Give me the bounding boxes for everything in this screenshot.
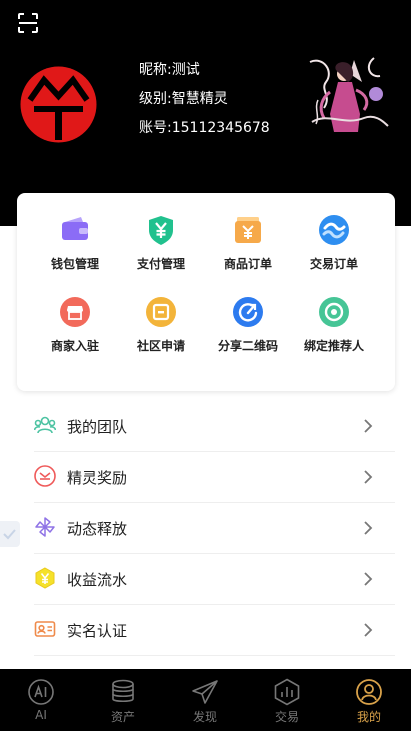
coins-icon: [112, 679, 134, 703]
grid-item-product-orders[interactable]: 商品订单: [204, 214, 292, 284]
menu-item-label: 精灵奖励: [67, 469, 128, 487]
team-icon: [34, 416, 56, 434]
grid-item-community-apply[interactable]: 社区申请: [117, 296, 205, 366]
grid-item-trade-orders[interactable]: 交易订单: [290, 214, 378, 284]
nickname-text: 昵称:测试: [139, 62, 200, 78]
tab-label: 资产: [110, 710, 135, 724]
tab-label: 我的: [356, 710, 381, 724]
account-text: 账号:15112345678: [139, 120, 270, 136]
bind-icon: [319, 297, 349, 327]
grid-item-share-qrcode[interactable]: 分享二维码: [204, 296, 292, 366]
chevron-right-icon: [364, 470, 373, 484]
menu-item-real-name-auth[interactable]: 实名认证: [34, 605, 395, 656]
user-icon: [356, 679, 382, 705]
menu-item-label: 收益流水: [67, 571, 128, 589]
share-icon: [233, 297, 263, 327]
grid-item-wallet[interactable]: 钱包管理: [31, 214, 119, 284]
wallet-icon: [62, 217, 88, 240]
tab-label: AI: [35, 708, 47, 722]
grid-item-bind-referrer[interactable]: 绑定推荐人: [290, 296, 378, 366]
tab-ai[interactable]: AI: [0, 669, 82, 731]
grid-item-label: 绑定推荐人: [303, 339, 364, 353]
function-grid: 钱包管理 支付管理 商品订单 交易订单 商家入驻 社区申请 分享二维码 绑定推荐…: [17, 193, 395, 391]
grid-item-label: 钱包管理: [50, 257, 99, 271]
menu-item-label: 动态释放: [67, 520, 128, 538]
tab-discover[interactable]: 发现: [164, 669, 246, 731]
tab-mine[interactable]: 我的: [328, 669, 410, 731]
community-icon: [146, 297, 176, 327]
grid-item-label: 商品订单: [223, 257, 272, 271]
yen-box-icon: [235, 217, 261, 243]
avatar[interactable]: [304, 52, 390, 138]
menu-item-sprite-reward[interactable]: 精灵奖励: [34, 452, 395, 503]
grid-item-merchant-join[interactable]: 商家入驻: [31, 296, 119, 366]
reward-icon: [34, 465, 56, 487]
menu-item-income-flow[interactable]: 收益流水: [34, 554, 395, 605]
menu-item-label: 实名认证: [67, 622, 128, 640]
profile-info: 昵称:测试 级别:智慧精灵 账号:15112345678: [139, 56, 270, 143]
yen-shield-icon: [149, 216, 173, 245]
chevron-right-icon: [364, 419, 373, 433]
id-card-icon: [34, 621, 56, 637]
menu-item-label: 我的团队: [67, 418, 128, 436]
level-text: 级别:智慧精灵: [139, 91, 228, 107]
exchange-icon: [319, 215, 349, 245]
tab-label: 交易: [274, 710, 299, 724]
menu-item-dynamic-release[interactable]: 动态释放: [34, 503, 395, 554]
yen-hexagon-icon: [35, 567, 55, 589]
paper-plane-icon: [192, 680, 218, 704]
chevron-right-icon: [364, 572, 373, 586]
grid-item-label: 分享二维码: [217, 339, 278, 353]
menu-item-my-team[interactable]: 我的团队: [34, 401, 395, 452]
shop-icon: [60, 297, 90, 327]
chart-hexagon-icon: [274, 678, 300, 706]
grid-item-label: 交易订单: [309, 257, 358, 271]
brand-logo: [20, 66, 97, 143]
grid-item-label: 支付管理: [136, 257, 185, 271]
tab-assets[interactable]: 资产: [82, 669, 164, 731]
tab-label: 发现: [192, 710, 217, 724]
ai-icon: [28, 679, 54, 705]
chevron-right-icon: [364, 521, 373, 535]
tab-trade[interactable]: 交易: [246, 669, 328, 731]
side-check-icon[interactable]: [0, 521, 20, 547]
bottom-tab-bar: AI 资产 发现 交易 我的: [0, 669, 411, 731]
chevron-right-icon: [364, 623, 373, 637]
grid-item-label: 社区申请: [136, 339, 185, 353]
grid-item-payment[interactable]: 支付管理: [117, 214, 205, 284]
scan-icon[interactable]: [17, 12, 39, 34]
pinwheel-icon: [35, 517, 55, 537]
grid-item-label: 商家入驻: [50, 339, 99, 353]
